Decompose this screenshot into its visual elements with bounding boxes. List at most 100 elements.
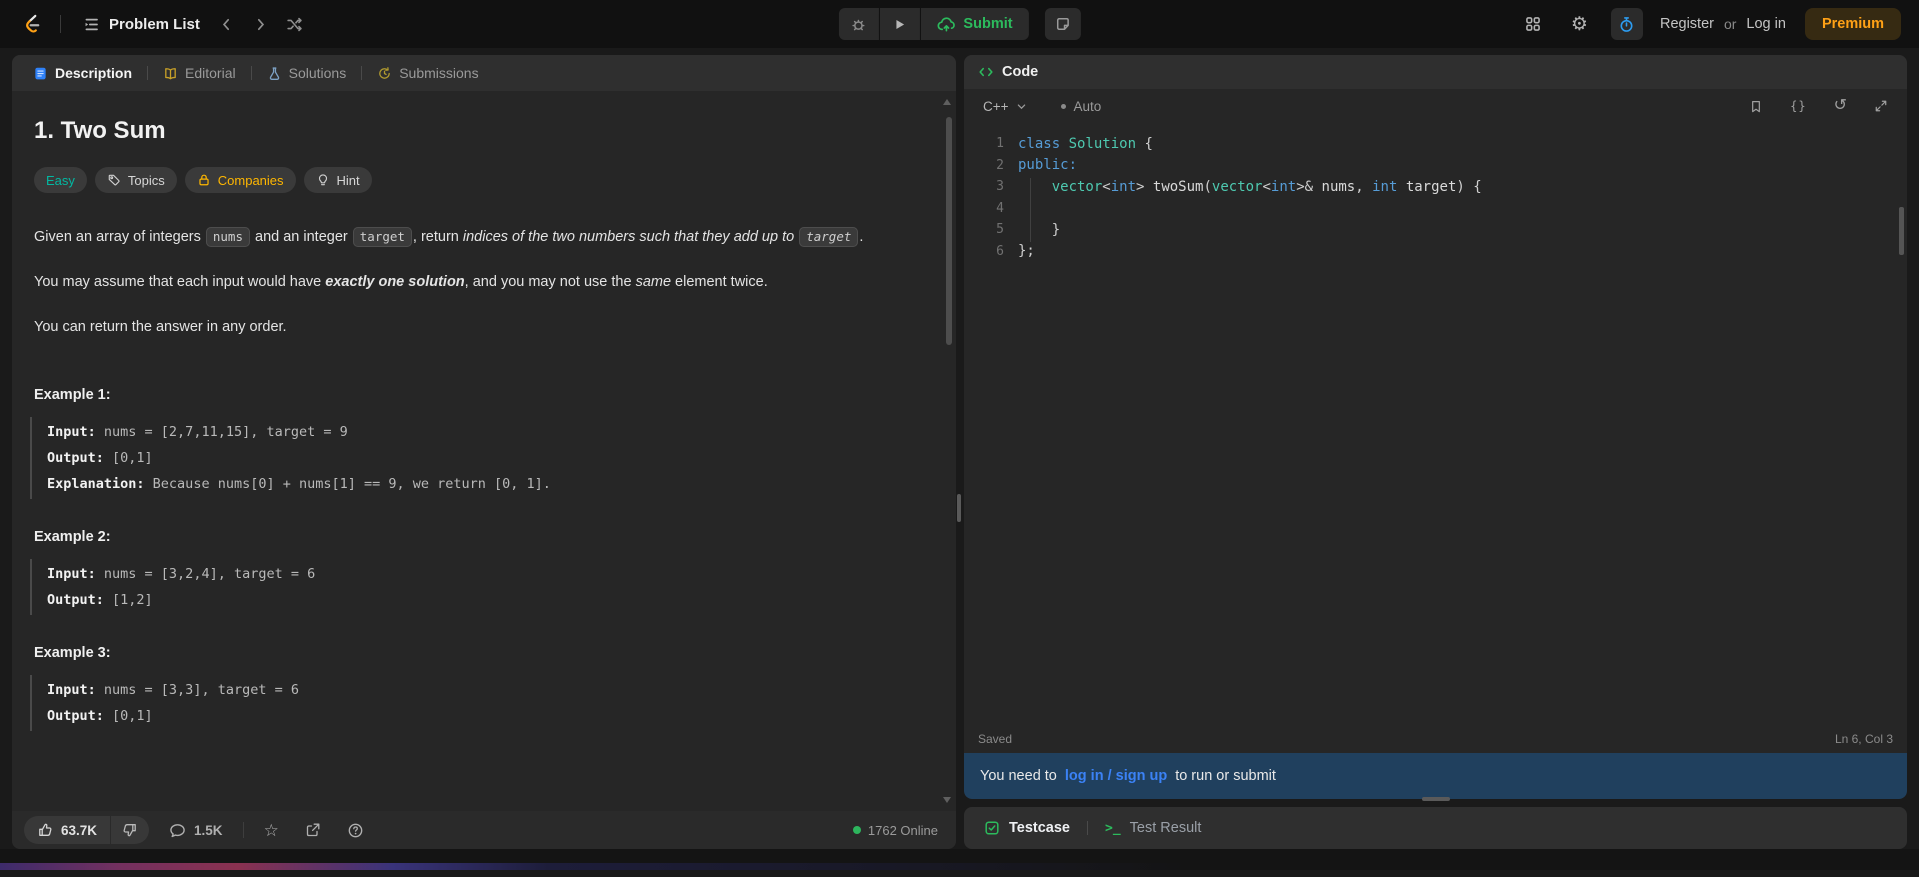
- comments-button[interactable]: 1.5K: [163, 821, 229, 840]
- tab-test-result[interactable]: >_ Test Result: [1099, 819, 1207, 837]
- main-area: Description Editorial Solutions Submissi…: [0, 48, 1919, 849]
- register-link[interactable]: Register: [1660, 16, 1714, 32]
- companies-label: Companies: [217, 172, 284, 188]
- problem-list-icon: [83, 16, 100, 33]
- line-number: 5: [996, 222, 1004, 238]
- indent-guide: [1030, 178, 1031, 242]
- example-explanation-value: Because nums[0] + nums[1] == 9, we retur…: [144, 476, 551, 492]
- online-dot-icon: [852, 826, 861, 834]
- save-status: Saved: [978, 732, 1013, 746]
- statement-text: and an integer: [250, 229, 352, 245]
- leetcode-problem-page: Problem List Submit ⚙ Register or Log in…: [0, 0, 1919, 870]
- reset-icon: ↺: [1833, 97, 1847, 114]
- example-2-block: Input: nums = [3,2,4], target = 6 Output…: [30, 559, 934, 615]
- like-button[interactable]: 63.7K: [24, 816, 111, 844]
- console-panel: Testcase >_ Test Result: [964, 807, 1907, 849]
- apps-button[interactable]: [1518, 14, 1548, 34]
- line-number: 4: [996, 200, 1004, 216]
- tab-editorial[interactable]: Editorial: [156, 65, 243, 81]
- prev-problem-button[interactable]: [212, 9, 242, 39]
- example-input-value: nums = [2,7,11,15], target = 9: [95, 424, 348, 440]
- favorite-button[interactable]: ☆: [258, 821, 285, 840]
- editor-scrollbar-thumb[interactable]: [1899, 207, 1904, 255]
- example-row: Input: nums = [2,7,11,15], target = 9: [47, 419, 934, 445]
- tab-description[interactable]: Description: [26, 65, 139, 81]
- example-2-label: Example 2:: [34, 529, 111, 545]
- format-code-button[interactable]: {}: [1784, 98, 1812, 114]
- statement-strong-emphasis: exactly one solution: [325, 274, 465, 290]
- hint-badge[interactable]: Hint: [303, 167, 372, 193]
- login-link[interactable]: Log in: [1746, 16, 1786, 32]
- premium-button[interactable]: Premium: [1804, 8, 1901, 40]
- difficulty-badge[interactable]: Easy: [34, 167, 87, 193]
- fullscreen-button[interactable]: [1868, 98, 1894, 114]
- thumbs-up-icon: [37, 822, 53, 838]
- leetcode-logo[interactable]: [18, 12, 48, 36]
- scrollbar-up-arrow-icon[interactable]: [943, 99, 951, 105]
- tab-testcase[interactable]: Testcase: [978, 819, 1076, 837]
- dislike-button[interactable]: [111, 816, 150, 844]
- settings-button[interactable]: ⚙: [1565, 14, 1594, 35]
- reset-code-button[interactable]: ↺: [1828, 97, 1853, 115]
- help-button[interactable]: [341, 821, 370, 840]
- test-result-label: Test Result: [1129, 820, 1202, 836]
- topics-badge[interactable]: Topics: [94, 167, 177, 193]
- code-panel-header: Code: [964, 55, 1907, 89]
- debug-button[interactable]: [838, 8, 879, 40]
- inline-code-target: target: [352, 227, 412, 247]
- timer-button[interactable]: [1610, 8, 1643, 40]
- example-3-label: Example 3:: [34, 645, 111, 661]
- auto-format-toggle[interactable]: Auto: [1055, 98, 1108, 115]
- tab-editorial-label: Editorial: [185, 65, 236, 81]
- code-editor[interactable]: 1 class Solution { 2 public: 3 vector<in…: [964, 123, 1907, 725]
- companies-badge[interactable]: Companies: [184, 167, 296, 193]
- chevron-right-icon: [253, 17, 268, 32]
- flask-icon: [267, 66, 282, 81]
- example-row: Output: [0,1]: [47, 703, 934, 729]
- thumbs-down-icon: [122, 822, 138, 838]
- history-icon: [377, 66, 392, 81]
- tab-divider: [147, 66, 149, 80]
- bookmark-icon: [1749, 99, 1763, 114]
- statement-paragraph-2: You may assume that each input would hav…: [34, 269, 934, 296]
- chevron-down-icon: [1016, 101, 1027, 112]
- tab-description-label: Description: [55, 65, 133, 81]
- terminal-icon: >_: [1105, 820, 1121, 836]
- horizontal-resize-handle[interactable]: [1421, 797, 1450, 801]
- statement-paragraph-1: Given an array of integers nums and an i…: [34, 223, 934, 251]
- example-explanation-key: Explanation:: [47, 476, 145, 492]
- tag-icon: [107, 173, 121, 187]
- vertical-resize-handle[interactable]: [957, 494, 961, 522]
- share-button[interactable]: [299, 821, 327, 839]
- login-signup-link[interactable]: log in / sign up: [1065, 768, 1167, 784]
- description-panel: Description Editorial Solutions Submissi…: [12, 55, 956, 849]
- line-number: 1: [996, 136, 1004, 152]
- banner-text-prefix: You need to: [980, 768, 1057, 784]
- example-output-value: [1,2]: [103, 592, 153, 608]
- code-panel-title: Code: [1002, 64, 1039, 80]
- tab-solutions[interactable]: Solutions: [260, 65, 354, 81]
- navbar-left: Problem List: [18, 9, 310, 39]
- example-row: Input: nums = [3,2,4], target = 6: [47, 561, 934, 587]
- notes-button[interactable]: [1044, 8, 1081, 40]
- run-button[interactable]: [879, 8, 920, 40]
- problem-list-button[interactable]: Problem List: [75, 16, 208, 33]
- statement-text: element twice.: [671, 274, 768, 290]
- code-line: 3 vector<int> twoSum(vector<int>& nums, …: [964, 176, 1907, 198]
- scrollbar-down-arrow-icon[interactable]: [943, 797, 951, 803]
- top-navbar: Problem List Submit ⚙ Register or Log in…: [0, 0, 1919, 48]
- statement-text: You may assume that each input would hav…: [34, 274, 326, 290]
- code-line: 4: [964, 198, 1907, 220]
- line-number: 3: [996, 179, 1004, 195]
- code-line: 2 public:: [964, 155, 1907, 177]
- random-problem-button[interactable]: [280, 9, 310, 39]
- scrollbar-thumb[interactable]: [946, 117, 952, 345]
- bookmark-button[interactable]: [1743, 98, 1769, 115]
- language-selector[interactable]: C++: [977, 98, 1033, 115]
- tab-submissions[interactable]: Submissions: [370, 65, 485, 81]
- example-row: Explanation: Because nums[0] + nums[1] =…: [47, 471, 934, 497]
- editor-action-icons: {} ↺: [1743, 97, 1894, 115]
- tab-divider: [250, 66, 252, 80]
- next-problem-button[interactable]: [246, 9, 276, 39]
- submit-button[interactable]: Submit: [920, 8, 1029, 40]
